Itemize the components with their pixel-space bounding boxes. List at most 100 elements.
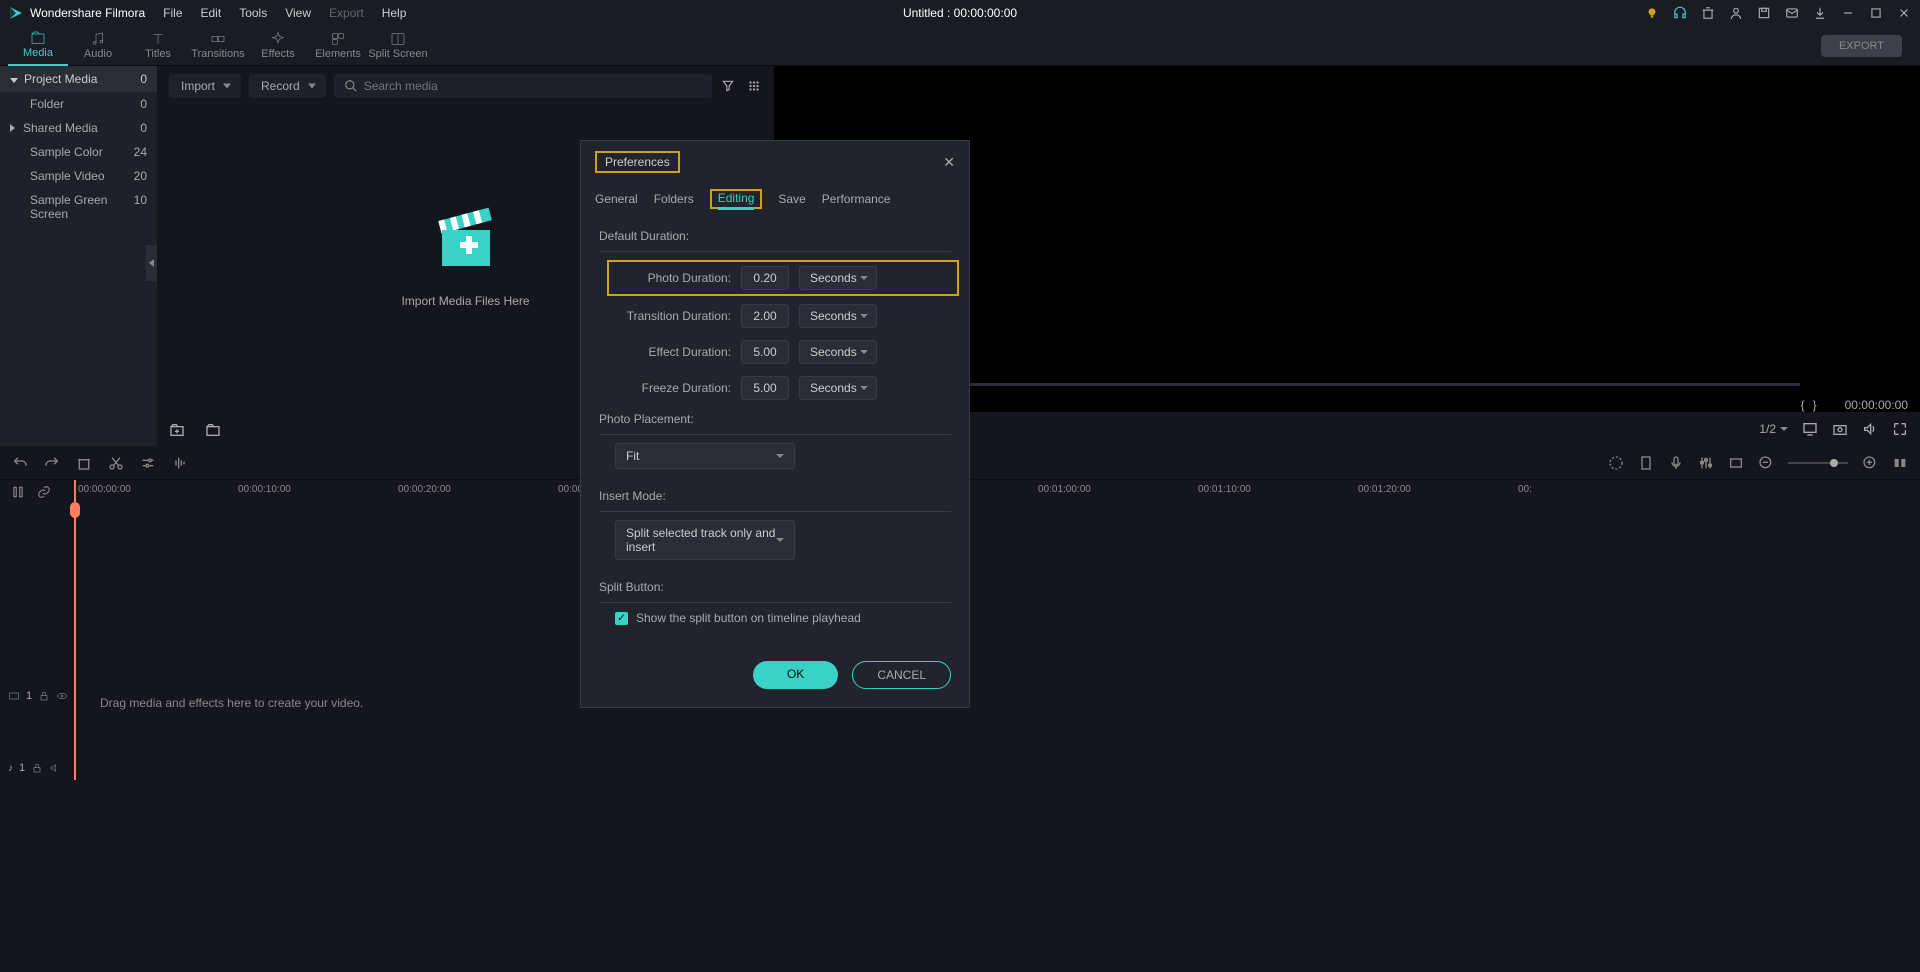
menu-view[interactable]: View	[285, 6, 311, 20]
bracket-right[interactable]: }	[1813, 398, 1817, 412]
tab-editing[interactable]: Editing	[718, 188, 755, 210]
photo-duration-input[interactable]	[741, 266, 789, 290]
menu-edit[interactable]: Edit	[201, 6, 222, 20]
speaker-icon[interactable]	[49, 762, 61, 774]
volume-icon[interactable]	[1862, 421, 1878, 437]
ok-button[interactable]: OK	[753, 661, 838, 689]
preferences-dialog: Preferences ✕ General Folders Editing Sa…	[580, 140, 970, 708]
app-logo-icon	[8, 5, 24, 21]
cancel-button[interactable]: CANCEL	[852, 661, 951, 689]
link-icon[interactable]	[36, 484, 52, 500]
app-title: Wondershare Filmora	[30, 6, 145, 20]
tab-audio[interactable]: Audio	[68, 26, 128, 66]
sidebar-sample-green[interactable]: Sample Green Screen10	[0, 188, 157, 226]
sidebar-collapse-button[interactable]	[146, 245, 157, 281]
delete-icon[interactable]	[76, 455, 92, 471]
import-dropdown[interactable]: Import	[169, 74, 241, 98]
split-checkbox[interactable]: ✓	[615, 612, 628, 625]
effect-duration-label: Effect Duration:	[615, 345, 731, 359]
transition-duration-input[interactable]	[741, 304, 789, 328]
close-icon[interactable]	[1896, 5, 1912, 21]
close-icon[interactable]: ✕	[943, 154, 955, 171]
fit-icon[interactable]	[1892, 455, 1908, 471]
redo-icon[interactable]	[44, 455, 60, 471]
search-input[interactable]	[364, 79, 702, 93]
sidebar-sample-video[interactable]: Sample Video20	[0, 164, 157, 188]
mic-icon[interactable]	[1668, 455, 1684, 471]
monitor-icon[interactable]	[1802, 421, 1818, 437]
sidebar-sample-color[interactable]: Sample Color24	[0, 140, 157, 164]
maximize-icon[interactable]	[1868, 5, 1884, 21]
clapper-icon[interactable]	[432, 206, 500, 274]
sidebar-folder[interactable]: Folder0	[0, 92, 157, 116]
crop-icon[interactable]	[1728, 455, 1744, 471]
zoom-in-icon[interactable]	[1862, 455, 1878, 471]
default-duration-label: Default Duration:	[599, 229, 951, 252]
color-icon[interactable]	[1608, 455, 1624, 471]
zoom-slider[interactable]	[1788, 462, 1848, 464]
fullscreen-icon[interactable]	[1892, 421, 1908, 437]
effect-duration-input[interactable]	[741, 340, 789, 364]
menu-help[interactable]: Help	[382, 6, 407, 20]
lightbulb-icon[interactable]	[1644, 5, 1660, 21]
adjust-icon[interactable]	[140, 455, 156, 471]
headphones-icon[interactable]	[1672, 5, 1688, 21]
eye-icon[interactable]	[56, 690, 68, 702]
tab-transitions[interactable]: Transitions	[188, 26, 248, 66]
playhead[interactable]	[74, 480, 76, 780]
timeline-settings-icon[interactable]	[10, 484, 26, 500]
tab-performance[interactable]: Performance	[822, 189, 891, 209]
tab-media[interactable]: Media	[8, 26, 68, 66]
download-icon[interactable]	[1812, 5, 1828, 21]
cut-icon[interactable]	[108, 455, 124, 471]
zoom-out-icon[interactable]	[1758, 455, 1774, 471]
effect-unit-dropdown[interactable]: Seconds	[799, 340, 877, 364]
timeline-hint: Drag media and effects here to create yo…	[100, 696, 363, 710]
tab-titles[interactable]: Titles	[128, 26, 188, 66]
transition-unit-dropdown[interactable]: Seconds	[799, 304, 877, 328]
insert-mode-select[interactable]: Split selected track only and insert	[615, 520, 795, 560]
tab-save[interactable]: Save	[778, 189, 805, 209]
menu-tools[interactable]: Tools	[239, 6, 267, 20]
trash-icon[interactable]	[1700, 5, 1716, 21]
photo-placement-select[interactable]: Fit	[615, 443, 795, 469]
tab-folders[interactable]: Folders	[654, 189, 694, 209]
photo-duration-label: Photo Duration:	[615, 271, 731, 285]
mixer-icon[interactable]	[1698, 455, 1714, 471]
marker-icon[interactable]	[1638, 455, 1654, 471]
tab-elements[interactable]: Elements	[308, 26, 368, 66]
message-icon[interactable]	[1784, 5, 1800, 21]
freeze-duration-input[interactable]	[741, 376, 789, 400]
lock-icon[interactable]	[38, 690, 50, 702]
record-dropdown[interactable]: Record	[249, 74, 326, 98]
audio-track-label[interactable]: ♪ 1	[8, 762, 61, 774]
video-track-label[interactable]: 1	[8, 690, 68, 702]
tab-general[interactable]: General	[595, 189, 638, 209]
grid-icon[interactable]	[746, 78, 762, 94]
export-button[interactable]: EXPORT	[1821, 35, 1902, 57]
split-button-label: Split Button:	[599, 580, 951, 603]
menu-file[interactable]: File	[163, 6, 182, 20]
user-icon[interactable]	[1728, 5, 1744, 21]
photo-unit-dropdown[interactable]: Seconds	[799, 266, 877, 290]
filter-icon[interactable]	[720, 78, 736, 94]
camera-icon[interactable]	[1832, 421, 1848, 437]
dialog-title: Preferences	[605, 155, 670, 169]
search-box[interactable]	[334, 74, 712, 98]
bracket-left[interactable]: {	[1801, 398, 1805, 412]
folder-icon[interactable]	[205, 422, 221, 438]
sidebar-project-media[interactable]: Project Media0	[0, 66, 157, 92]
audio-edit-icon[interactable]	[172, 455, 188, 471]
ratio-dropdown[interactable]: 1/2	[1759, 422, 1788, 436]
minimize-icon[interactable]	[1840, 5, 1856, 21]
sidebar-shared-media[interactable]: Shared Media0	[0, 116, 157, 140]
tab-split-screen[interactable]: Split Screen	[368, 26, 428, 66]
new-folder-icon[interactable]	[169, 422, 185, 438]
tab-effects[interactable]: Effects	[248, 26, 308, 66]
freeze-unit-dropdown[interactable]: Seconds	[799, 376, 877, 400]
lock-icon[interactable]	[31, 762, 43, 774]
transition-duration-label: Transition Duration:	[615, 309, 731, 323]
undo-icon[interactable]	[12, 455, 28, 471]
save-icon[interactable]	[1756, 5, 1772, 21]
preview-timecode: 00:00:00:00	[1845, 398, 1908, 412]
